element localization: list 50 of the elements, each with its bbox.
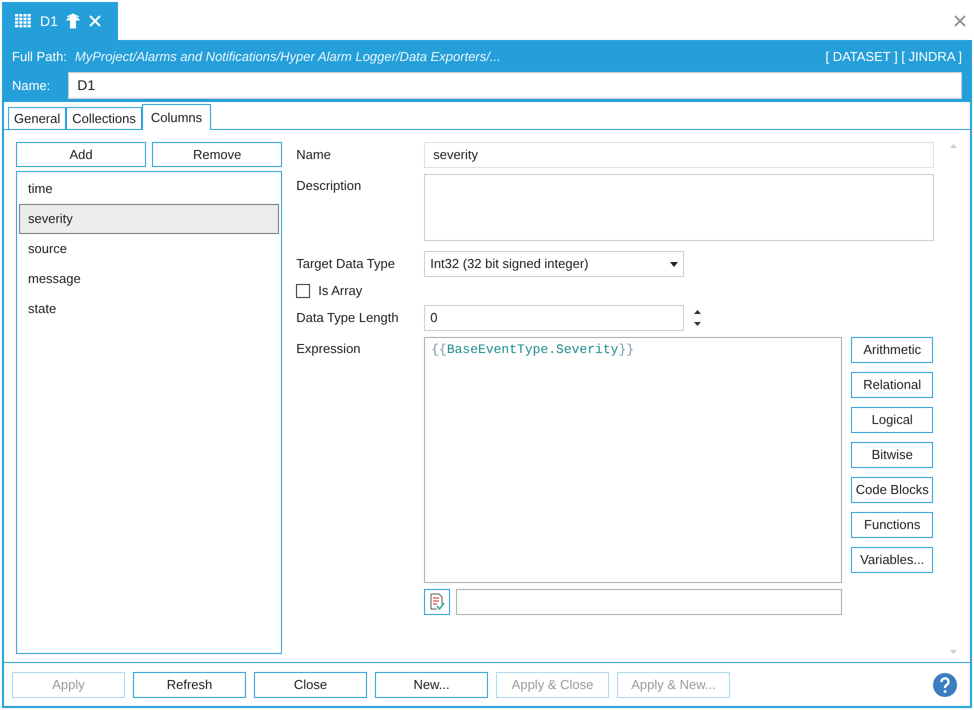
name-label: Name: (12, 76, 50, 95)
name-field[interactable]: severity (424, 142, 934, 168)
operator-button[interactable]: Relational (851, 372, 934, 398)
expression-code: {{BaseEventType.Severity}} (431, 342, 634, 357)
document-check-icon (428, 593, 446, 611)
name-field[interactable]: D1 (68, 72, 962, 99)
checkbox[interactable] (296, 284, 310, 298)
spinner-icon[interactable] (694, 309, 702, 327)
column-list-item[interactable]: source (19, 234, 280, 264)
name-label: Name (296, 146, 332, 164)
add-button[interactable]: Add (16, 142, 146, 167)
expression-editor[interactable]: {{BaseEventType.Severity}} (424, 337, 842, 583)
tab-title: D1 (40, 12, 58, 30)
type-tags: [ DATASET ] [ JINDRA ] (825, 47, 962, 67)
validate-button[interactable] (424, 589, 450, 615)
expression-label: Expression (296, 340, 362, 358)
column-list-item[interactable]: message (19, 264, 280, 294)
full-path: MyProject/Alarms and Notifications/Hyper Alarm Logger/Data Exporters/... (74, 48, 501, 66)
dropdown-arrow-icon (670, 262, 678, 266)
data-type-length-field[interactable]: 0 (424, 305, 684, 331)
operator-button[interactable]: Code Blocks (851, 477, 934, 503)
operator-button[interactable]: Logical (851, 407, 934, 433)
target-data-type-label: Target Data Type (296, 255, 396, 274)
data-type-length-label: Data Type Length (296, 309, 400, 328)
is-array-label: Is Array (318, 282, 362, 300)
close-icon[interactable] (954, 15, 966, 27)
remove-button[interactable]: Remove (152, 142, 282, 167)
full-path-label: Full Path: (12, 48, 67, 66)
up-arrow-icon[interactable] (66, 13, 80, 29)
footer-button[interactable]: New... (375, 672, 488, 698)
scroll-up-icon[interactable] (950, 144, 957, 148)
column-list-item[interactable]: state (19, 294, 280, 324)
grid-icon (14, 13, 32, 29)
tab[interactable]: Columns (142, 104, 212, 130)
column-list-item[interactable]: severity (19, 204, 280, 234)
target-data-type-dropdown[interactable]: Int32 (32 bit signed integer) (424, 251, 684, 277)
footer-button[interactable]: Refresh (133, 672, 246, 698)
scroll-down-icon[interactable] (950, 650, 957, 654)
tab[interactable]: Collections (66, 107, 142, 129)
tab[interactable]: General (8, 107, 66, 129)
operator-button[interactable]: Functions (851, 512, 934, 538)
operator-button[interactable]: Bitwise (851, 442, 934, 468)
footer-button[interactable]: Close (254, 672, 367, 698)
operator-button[interactable]: Variables... (851, 547, 934, 573)
description-label: Description (296, 177, 362, 195)
description-field[interactable] (424, 174, 934, 241)
operator-button[interactable]: Arithmetic (851, 337, 934, 363)
column-list-item[interactable]: time (19, 174, 280, 204)
validation-field[interactable] (456, 589, 842, 615)
help-icon[interactable] (932, 672, 958, 698)
